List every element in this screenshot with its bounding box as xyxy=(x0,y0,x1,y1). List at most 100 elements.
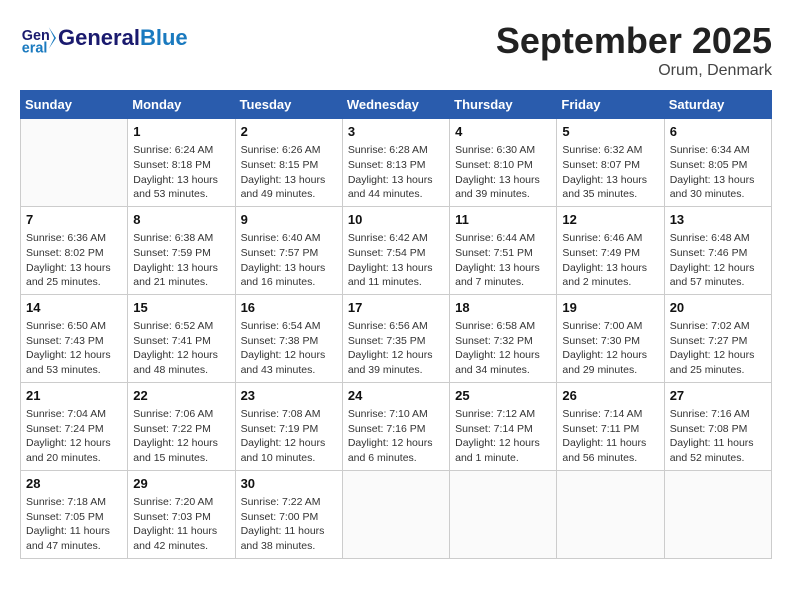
day-info: Sunrise: 6:26 AM Sunset: 8:15 PM Dayligh… xyxy=(241,143,337,202)
header-day-sunday: Sunday xyxy=(21,91,128,119)
calendar-day-3: 3Sunrise: 6:28 AM Sunset: 8:13 PM Daylig… xyxy=(342,119,449,207)
day-number: 16 xyxy=(241,299,337,317)
day-number: 1 xyxy=(133,123,229,141)
day-number: 15 xyxy=(133,299,229,317)
day-number: 28 xyxy=(26,475,122,493)
day-number: 20 xyxy=(670,299,766,317)
calendar-day-16: 16 Sunrise: 6:54 AM Sunset: 7:38 PM Dayli… xyxy=(235,294,342,382)
calendar-day-8: 8 Sunrise: 6:38 AM Sunset: 7:59 PM Daylig… xyxy=(128,206,235,294)
day-info: Sunrise: 7:06 AM Sunset: 7:22 PM Dayligh… xyxy=(133,407,229,466)
day-number: 22 xyxy=(133,387,229,405)
day-info: Sunrise: 7:18 AM Sunset: 7:05 PM Dayligh… xyxy=(26,495,122,554)
day-number: 12 xyxy=(562,211,658,229)
calendar-day-26: 26 Sunrise: 7:14 AM Sunset: 7:11 PM Dayli… xyxy=(557,382,664,470)
calendar-day-29: 29Sunrise: 7:20 AM Sunset: 7:03 PM Dayli… xyxy=(128,470,235,558)
day-number: 24 xyxy=(348,387,444,405)
calendar-day-19: 19Sunrise: 7:00 AM Sunset: 7:30 PM Dayli… xyxy=(557,294,664,382)
calendar-day-15: 15 Sunrise: 6:52 AM Sunset: 7:41 PM Dayli… xyxy=(128,294,235,382)
day-info: Sunrise: 6:58 AM Sunset: 7:32 PM Dayligh… xyxy=(455,319,551,378)
calendar-day-21: 21Sunrise: 7:04 AM Sunset: 7:24 PM Dayli… xyxy=(21,382,128,470)
day-info: Sunrise: 6:24 AM Sunset: 8:18 PM Dayligh… xyxy=(133,143,229,202)
calendar-day-1: 1 Sunrise: 6:24 AM Sunset: 8:18 PM Daylig… xyxy=(128,119,235,207)
day-number: 13 xyxy=(670,211,766,229)
day-info: Sunrise: 7:12 AM Sunset: 7:14 PM Dayligh… xyxy=(455,407,551,466)
calendar-day-27: 27 Sunrise: 7:16 AM Sunset: 7:08 PM Dayli… xyxy=(664,382,771,470)
calendar-day-30: 30 Sunrise: 7:22 AM Sunset: 7:00 PM Dayli… xyxy=(235,470,342,558)
calendar-day-10: 10Sunrise: 6:42 AM Sunset: 7:54 PM Dayli… xyxy=(342,206,449,294)
day-info: Sunrise: 6:44 AM Sunset: 7:51 PM Dayligh… xyxy=(455,231,551,290)
day-number: 19 xyxy=(562,299,658,317)
calendar-day-24: 24 Sunrise: 7:10 AM Sunset: 7:16 PM Dayli… xyxy=(342,382,449,470)
calendar-empty xyxy=(342,470,449,558)
day-number: 23 xyxy=(241,387,337,405)
calendar-empty xyxy=(21,119,128,207)
day-info: Sunrise: 6:42 AM Sunset: 7:54 PM Dayligh… xyxy=(348,231,444,290)
calendar-day-2: 2 Sunrise: 6:26 AM Sunset: 8:15 PM Daylig… xyxy=(235,119,342,207)
day-number: 26 xyxy=(562,387,658,405)
day-info: Sunrise: 6:34 AM Sunset: 8:05 PM Dayligh… xyxy=(670,143,766,202)
page-header: Gen eral GeneralBlue September 2025 Orum… xyxy=(20,20,772,80)
header-day-monday: Monday xyxy=(128,91,235,119)
day-number: 30 xyxy=(241,475,337,493)
day-info: Sunrise: 6:38 AM Sunset: 7:59 PM Dayligh… xyxy=(133,231,229,290)
logo: Gen eral GeneralBlue xyxy=(20,20,188,56)
calendar-empty xyxy=(664,470,771,558)
day-info: Sunrise: 7:04 AM Sunset: 7:24 PM Dayligh… xyxy=(26,407,122,466)
day-info: Sunrise: 7:20 AM Sunset: 7:03 PM Dayligh… xyxy=(133,495,229,554)
day-number: 2 xyxy=(241,123,337,141)
calendar-day-28: 28 Sunrise: 7:18 AM Sunset: 7:05 PM Dayli… xyxy=(21,470,128,558)
day-number: 14 xyxy=(26,299,122,317)
svg-text:eral: eral xyxy=(22,40,48,56)
day-number: 4 xyxy=(455,123,551,141)
day-info: Sunrise: 6:40 AM Sunset: 7:57 PM Dayligh… xyxy=(241,231,337,290)
logo-text1: General xyxy=(58,25,140,50)
header-day-tuesday: Tuesday xyxy=(235,91,342,119)
calendar-header: SundayMondayTuesdayWednesdayThursdayFrid… xyxy=(21,91,772,119)
calendar-day-9: 9Sunrise: 6:40 AM Sunset: 7:57 PM Daylig… xyxy=(235,206,342,294)
day-number: 5 xyxy=(562,123,658,141)
day-info: Sunrise: 6:32 AM Sunset: 8:07 PM Dayligh… xyxy=(562,143,658,202)
day-info: Sunrise: 6:48 AM Sunset: 7:46 PM Dayligh… xyxy=(670,231,766,290)
day-info: Sunrise: 6:52 AM Sunset: 7:41 PM Dayligh… xyxy=(133,319,229,378)
calendar-day-4: 4 Sunrise: 6:30 AM Sunset: 8:10 PM Daylig… xyxy=(450,119,557,207)
day-info: Sunrise: 7:22 AM Sunset: 7:00 PM Dayligh… xyxy=(241,495,337,554)
header-day-friday: Friday xyxy=(557,91,664,119)
day-info: Sunrise: 6:50 AM Sunset: 7:43 PM Dayligh… xyxy=(26,319,122,378)
month-year: September 2025 xyxy=(496,20,772,62)
day-info: Sunrise: 6:56 AM Sunset: 7:35 PM Dayligh… xyxy=(348,319,444,378)
header-day-wednesday: Wednesday xyxy=(342,91,449,119)
calendar-day-22: 22 Sunrise: 7:06 AM Sunset: 7:22 PM Dayli… xyxy=(128,382,235,470)
day-info: Sunrise: 6:54 AM Sunset: 7:38 PM Dayligh… xyxy=(241,319,337,378)
day-number: 7 xyxy=(26,211,122,229)
day-info: Sunrise: 7:10 AM Sunset: 7:16 PM Dayligh… xyxy=(348,407,444,466)
calendar-day-11: 11 Sunrise: 6:44 AM Sunset: 7:51 PM Dayli… xyxy=(450,206,557,294)
calendar-empty xyxy=(450,470,557,558)
calendar-day-6: 6Sunrise: 6:34 AM Sunset: 8:05 PM Daylig… xyxy=(664,119,771,207)
day-number: 27 xyxy=(670,387,766,405)
day-info: Sunrise: 6:46 AM Sunset: 7:49 PM Dayligh… xyxy=(562,231,658,290)
day-number: 8 xyxy=(133,211,229,229)
calendar-day-5: 5 Sunrise: 6:32 AM Sunset: 8:07 PM Daylig… xyxy=(557,119,664,207)
day-number: 25 xyxy=(455,387,551,405)
day-number: 11 xyxy=(455,211,551,229)
calendar-empty xyxy=(557,470,664,558)
calendar-day-18: 18Sunrise: 6:58 AM Sunset: 7:32 PM Dayli… xyxy=(450,294,557,382)
day-number: 17 xyxy=(348,299,444,317)
calendar-week-1: 1 Sunrise: 6:24 AM Sunset: 8:18 PM Daylig… xyxy=(21,119,772,207)
day-number: 3 xyxy=(348,123,444,141)
calendar-week-5: 28 Sunrise: 7:18 AM Sunset: 7:05 PM Dayli… xyxy=(21,470,772,558)
day-info: Sunrise: 7:14 AM Sunset: 7:11 PM Dayligh… xyxy=(562,407,658,466)
header-day-saturday: Saturday xyxy=(664,91,771,119)
day-info: Sunrise: 6:30 AM Sunset: 8:10 PM Dayligh… xyxy=(455,143,551,202)
day-info: Sunrise: 7:16 AM Sunset: 7:08 PM Dayligh… xyxy=(670,407,766,466)
title-block: September 2025 Orum, Denmark xyxy=(496,20,772,80)
calendar-week-2: 7Sunrise: 6:36 AM Sunset: 8:02 PM Daylig… xyxy=(21,206,772,294)
calendar-day-12: 12 Sunrise: 6:46 AM Sunset: 7:49 PM Dayli… xyxy=(557,206,664,294)
day-info: Sunrise: 7:08 AM Sunset: 7:19 PM Dayligh… xyxy=(241,407,337,466)
logo-text2: Blue xyxy=(140,25,188,50)
calendar-day-17: 17 Sunrise: 6:56 AM Sunset: 7:35 PM Dayli… xyxy=(342,294,449,382)
calendar-day-13: 13 Sunrise: 6:48 AM Sunset: 7:46 PM Dayli… xyxy=(664,206,771,294)
location: Orum, Denmark xyxy=(496,62,772,80)
calendar-table: SundayMondayTuesdayWednesdayThursdayFrid… xyxy=(20,90,772,559)
logo-icon: Gen eral xyxy=(20,20,56,56)
